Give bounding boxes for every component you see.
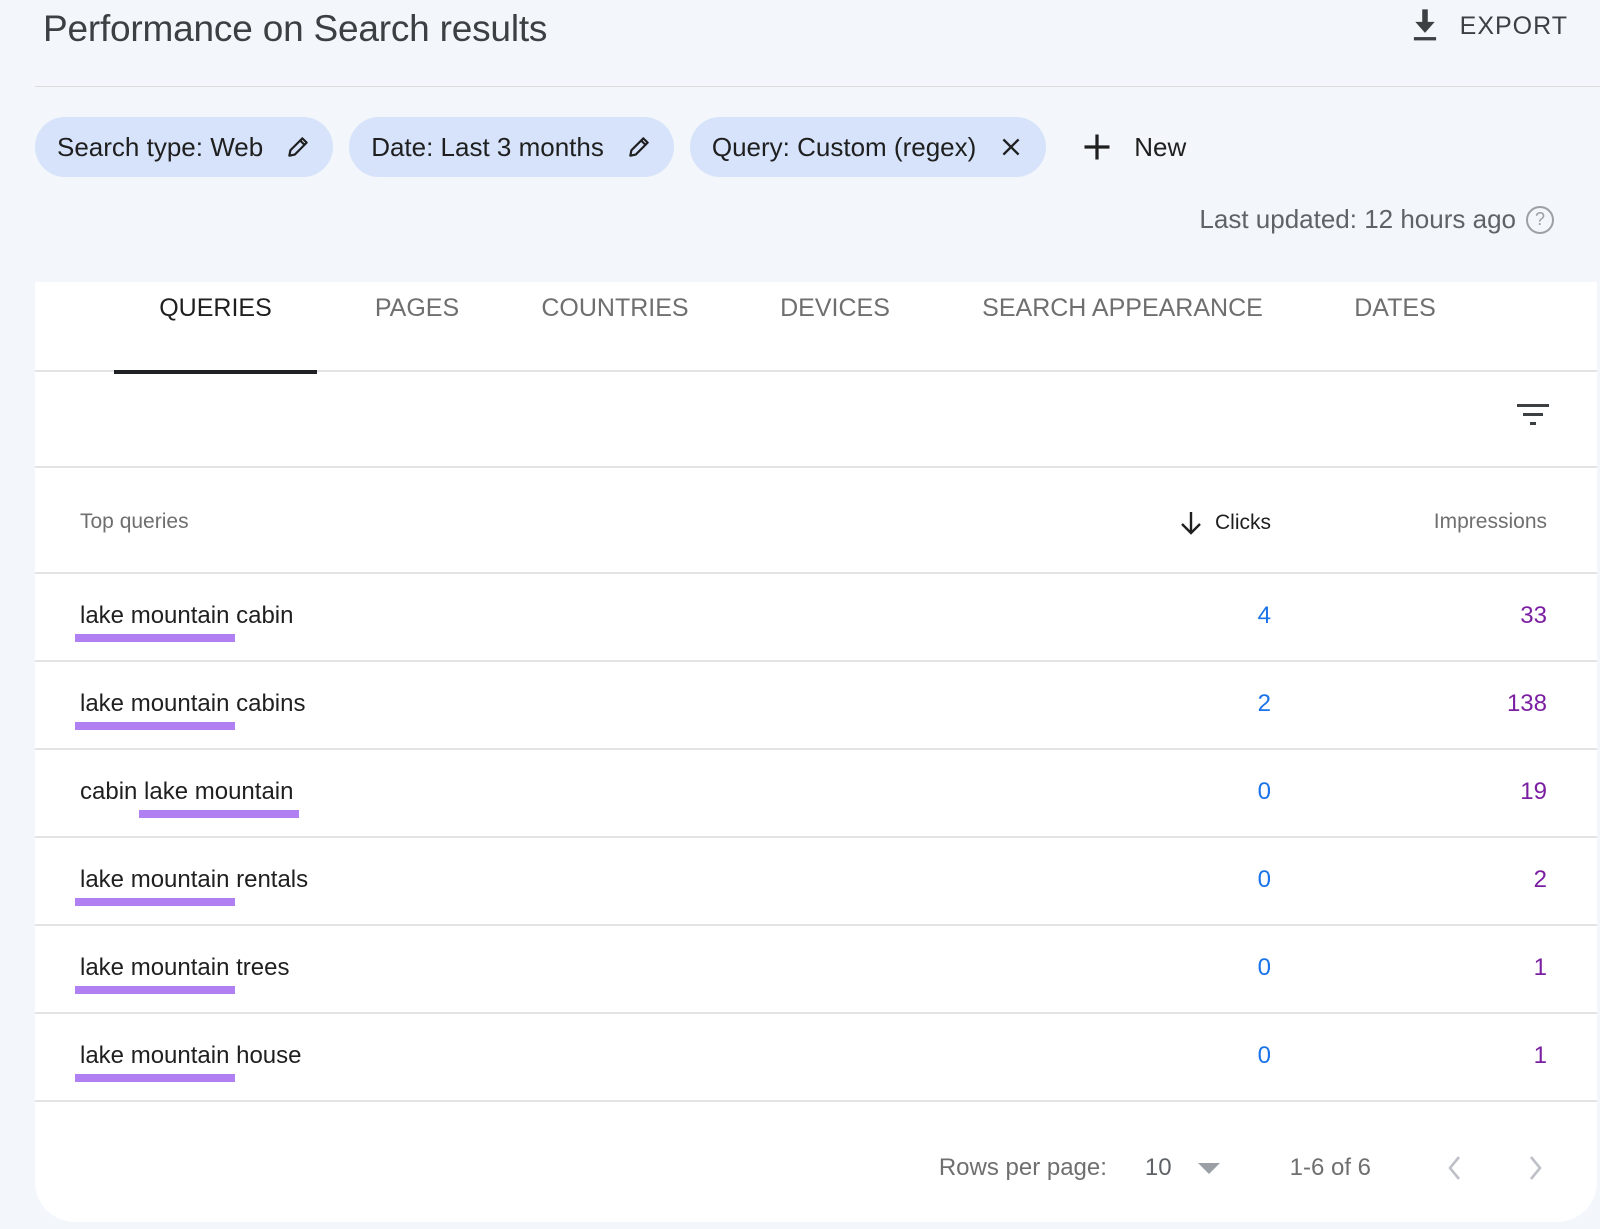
table-row[interactable]: lake mountain cabin 4 33 [35, 574, 1597, 662]
clicks-cell: 4 [1257, 602, 1271, 629]
query-cell: lake mountain cabins [74, 690, 306, 730]
new-filter-label: New [1134, 131, 1187, 162]
dropdown-arrow-icon[interactable] [1197, 1162, 1220, 1174]
query-text: cabins [229, 690, 306, 717]
table-row[interactable]: lake mountain cabins 2 138 [35, 662, 1597, 750]
clicks-label: Clicks [1215, 511, 1271, 534]
page-title: Performance on Search results [43, 8, 548, 49]
chip-query[interactable]: Query: Custom (regex) [689, 117, 1047, 177]
tab-dates[interactable]: DATES [1345, 282, 1445, 372]
results-card: QUERIES PAGES COUNTRIES DEVICES SEARCH A… [35, 282, 1597, 1222]
rows-per-page-label: Rows per page: [938, 1154, 1107, 1181]
chevron-left-icon[interactable] [1441, 1153, 1469, 1183]
filter-icon[interactable] [1515, 400, 1551, 430]
impressions-cell: 1 [1533, 1042, 1547, 1069]
impressions-cell: 33 [1520, 602, 1547, 629]
impressions-cell: 1 [1533, 954, 1547, 981]
arrow-down-icon [1181, 512, 1201, 535]
tab-devices[interactable]: DEVICES [770, 282, 900, 372]
export-button[interactable]: EXPORT [1408, 8, 1568, 44]
pagination: Rows per page: 10 1-6 of 6 [35, 1114, 1597, 1222]
chip-label: Search type: Web [57, 131, 264, 162]
query-highlight: lake mountain [74, 866, 236, 906]
table-row[interactable]: lake mountain trees 0 1 [35, 926, 1597, 1014]
clicks-cell: 0 [1257, 778, 1271, 805]
header-divider [35, 86, 1600, 87]
dimension-tabs: QUERIES PAGES COUNTRIES DEVICES SEARCH A… [35, 282, 1597, 374]
chip-date[interactable]: Date: Last 3 months [349, 117, 674, 177]
query-text: rentals [229, 866, 309, 893]
impressions-cell: 2 [1533, 866, 1547, 893]
tab-countries[interactable]: COUNTRIES [535, 282, 695, 372]
column-header-query: Top queries [80, 510, 189, 533]
query-text: cabin [80, 778, 145, 805]
query-cell: lake mountain rentals [74, 866, 309, 906]
help-icon[interactable]: ? [1526, 205, 1554, 234]
query-cell: lake mountain cabin [74, 602, 294, 642]
table-header: Top queries Clicks Impressions [35, 468, 1597, 574]
impressions-cell: 138 [1506, 690, 1547, 717]
pencil-icon[interactable] [285, 134, 311, 160]
query-text: cabin [229, 602, 294, 629]
last-updated-text: Last updated: 12 hours ago [1199, 204, 1516, 234]
column-header-impressions[interactable]: Impressions [1434, 510, 1547, 534]
clicks-cell: 0 [1257, 1042, 1271, 1069]
impressions-cell: 19 [1520, 778, 1547, 805]
tab-pages[interactable]: PAGES [357, 282, 477, 372]
chip-label: Date: Last 3 months [371, 131, 604, 162]
export-label: EXPORT [1459, 11, 1568, 40]
query-text: trees [229, 954, 290, 981]
column-header-clicks[interactable]: Clicks [1179, 510, 1271, 536]
query-cell: lake mountain trees [74, 954, 290, 994]
new-filter-button[interactable]: New [1082, 132, 1186, 163]
clicks-cell: 0 [1257, 866, 1271, 893]
last-updated-status: Last updated: 12 hours ago ? [1199, 204, 1554, 235]
close-icon[interactable] [998, 134, 1024, 160]
table-row[interactable]: cabin lake mountain 0 19 [35, 750, 1597, 838]
table-toolbar [35, 372, 1597, 468]
table-row[interactable]: lake mountain rentals 0 2 [35, 838, 1597, 926]
chip-label: Query: Custom (regex) [711, 131, 977, 162]
tab-queries[interactable]: QUERIES [114, 282, 317, 374]
tab-search-appearance[interactable]: SEARCH APPEARANCE [980, 282, 1265, 372]
query-cell: lake mountain house [74, 1042, 302, 1082]
query-cell: cabin lake mountain [80, 778, 300, 818]
query-highlight: lake mountain [74, 954, 236, 994]
download-icon [1413, 9, 1436, 41]
pencil-icon[interactable] [626, 134, 652, 160]
table-body: lake mountain cabin 4 33 lake mountain c… [35, 574, 1597, 1102]
chip-search-type[interactable]: Search type: Web [35, 117, 334, 177]
query-highlight: lake mountain [74, 690, 236, 730]
clicks-cell: 0 [1257, 954, 1271, 981]
filter-chips: Search type: Web Date: Last 3 months Que… [35, 117, 1186, 177]
query-text: house [229, 1042, 302, 1069]
clicks-cell: 2 [1257, 690, 1271, 717]
query-highlight: lake mountain [139, 778, 300, 818]
page-range: 1-6 of 6 [1289, 1154, 1371, 1181]
rows-per-page-select[interactable]: 10 [1145, 1154, 1172, 1182]
table-row[interactable]: lake mountain house 0 1 [35, 1014, 1597, 1102]
plus-icon [1084, 134, 1110, 160]
chevron-right-icon[interactable] [1521, 1153, 1549, 1183]
query-highlight: lake mountain [74, 602, 236, 642]
query-highlight: lake mountain [74, 1042, 236, 1082]
